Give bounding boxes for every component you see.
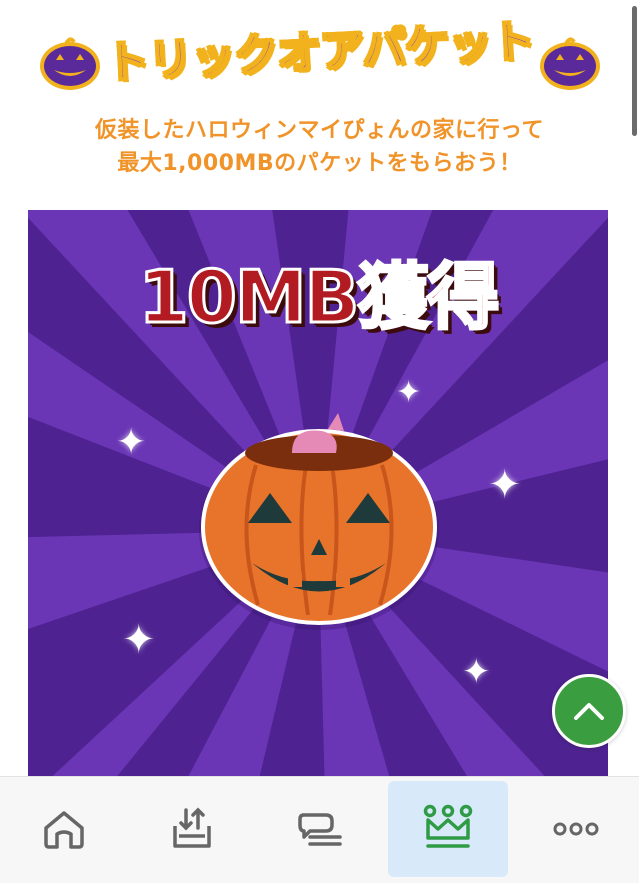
campaign-header: トリックオアパケット 仮装したハロウィンマイぴょんの家に行って 最大1,000M… (0, 0, 639, 200)
sparkle-icon: ✦ (462, 652, 491, 692)
chat-lines-icon (298, 813, 342, 846)
sparkle-icon: ✦ (488, 462, 522, 508)
nav-chat[interactable] (260, 781, 380, 877)
jack-o-lantern-icon (199, 413, 439, 630)
sparkle-icon: ✦ (396, 375, 422, 410)
nav-download[interactable] (132, 781, 252, 877)
sparkle-icon: ✦ (116, 422, 147, 463)
sparkle-icon: ✦ (122, 617, 156, 663)
campaign-subtitle-line2: 最大1,000MBのパケットをもらおう！ (117, 151, 522, 176)
nav-crown[interactable] (388, 781, 508, 877)
pumpkin-icon (540, 37, 600, 90)
campaign-title: トリックオアパケット (103, 15, 536, 90)
chevron-up-icon (574, 703, 604, 720)
reward-amount-text: 10MB獲得 (137, 254, 501, 341)
campaign-subtitle-line1: 仮装したハロウィンマイぴょんの家に行って (95, 118, 544, 143)
bottom-navigation (0, 776, 639, 883)
scrollbar-thumb[interactable] (632, 6, 637, 136)
crown-icon (423, 804, 473, 848)
nav-home[interactable] (4, 781, 124, 877)
campaign-title-logo: トリックオアパケット (103, 2, 536, 94)
download-tray-icon (173, 807, 211, 848)
more-dots-icon (553, 822, 599, 836)
home-icon (44, 811, 84, 849)
pumpkin-icon (40, 37, 100, 90)
nav-more[interactable] (516, 781, 636, 877)
reward-banner: 10MB獲得 ✦ ✦ ✦ ✦ ✦ (28, 210, 608, 776)
back-to-top-button[interactable] (552, 674, 626, 748)
